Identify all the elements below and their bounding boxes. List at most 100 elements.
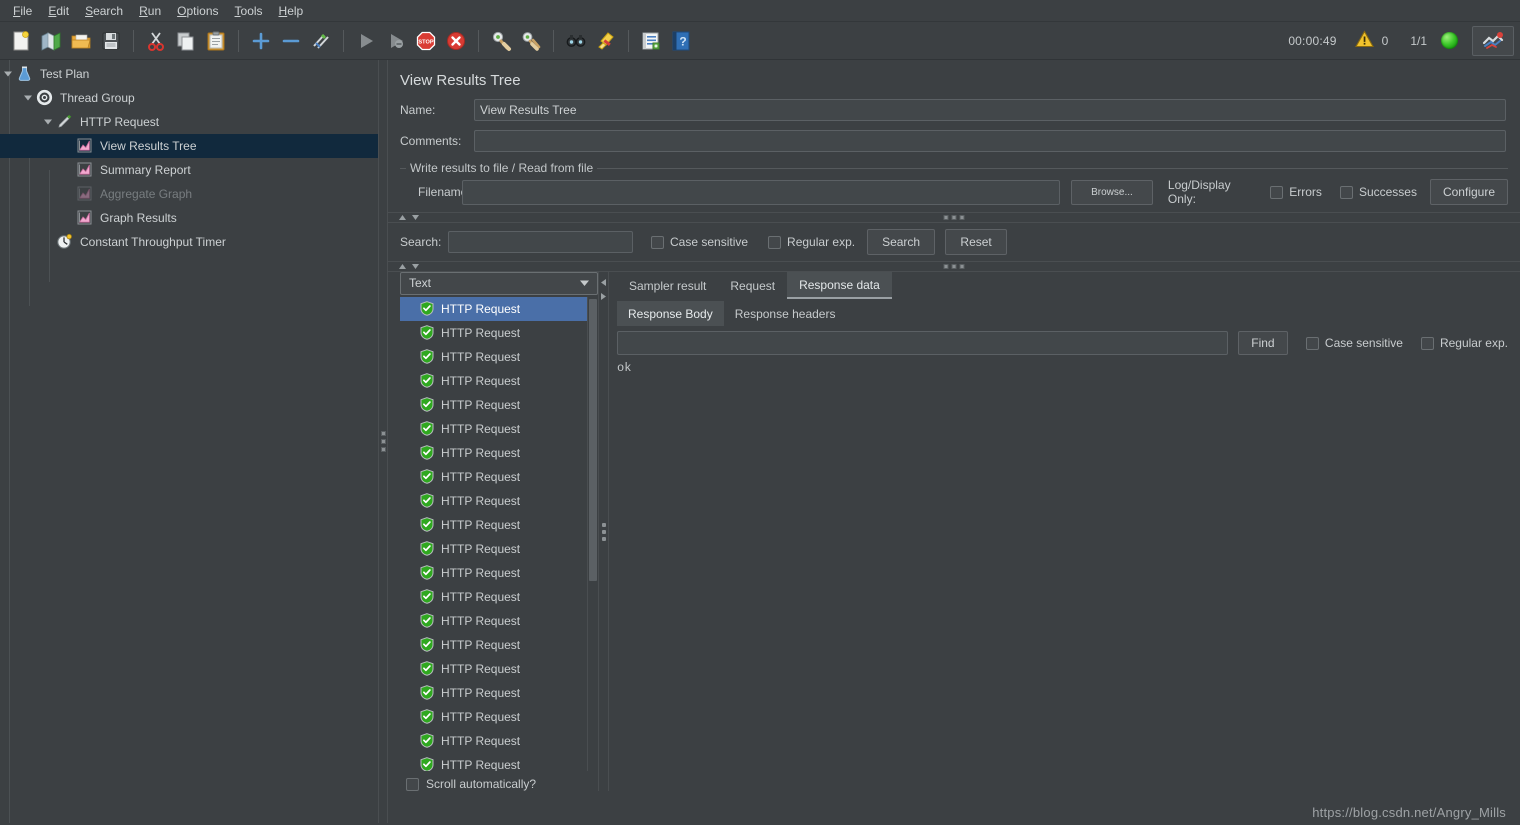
result-list-item[interactable]: HTTP Request [400, 657, 587, 681]
success-shield-icon [420, 589, 434, 605]
result-list-item[interactable]: HTTP Request [400, 585, 587, 609]
tree-node-graph-results[interactable]: Graph Results [0, 206, 378, 230]
search-input[interactable] [448, 231, 633, 253]
reset-button[interactable]: Reset [945, 229, 1008, 255]
result-list-item[interactable]: HTTP Request [400, 681, 587, 705]
test-plan-tree[interactable]: Test Plan Thread Group HTTP Request View Re… [0, 60, 378, 823]
menu-search[interactable]: Search [78, 1, 130, 21]
comments-input[interactable] [474, 130, 1506, 152]
search-case-sensitive-checkbox[interactable]: Case sensitive [651, 235, 748, 249]
search-button[interactable]: Search [867, 229, 936, 255]
save-icon[interactable] [96, 26, 126, 56]
result-list-item[interactable]: HTTP Request [400, 321, 587, 345]
warning-icon[interactable] [1354, 30, 1374, 51]
expand-all-icon[interactable] [246, 26, 276, 56]
browse-button[interactable]: Browse... [1071, 179, 1153, 205]
open-folder-icon[interactable] [66, 26, 96, 56]
help-icon[interactable]: ? [666, 26, 696, 56]
collapse-all-icon[interactable] [276, 26, 306, 56]
response-subtabs[interactable]: Response Body Response headers [609, 299, 1520, 326]
subtab-response-headers[interactable]: Response headers [724, 301, 847, 326]
errors-checkbox[interactable]: Errors [1270, 185, 1322, 199]
search-regular-exp-checkbox[interactable]: Regular exp. [768, 235, 855, 249]
copy-icon[interactable] [171, 26, 201, 56]
paste-icon[interactable] [201, 26, 231, 56]
find-input[interactable] [617, 331, 1228, 355]
successes-checkbox[interactable]: Successes [1339, 185, 1417, 199]
open-templates-icon[interactable] [36, 26, 66, 56]
start-no-timers-icon[interactable] [381, 26, 411, 56]
splitter-bar-lower[interactable] [388, 261, 1520, 272]
splitter-bar-upper[interactable] [388, 212, 1520, 223]
result-list-item[interactable]: HTTP Request [400, 705, 587, 729]
tree-node-summary-report[interactable]: Summary Report [0, 158, 378, 182]
stop-icon[interactable]: STOP [411, 26, 441, 56]
find-case-sensitive-checkbox[interactable]: Case sensitive [1305, 336, 1403, 350]
find-button[interactable]: Find [1237, 331, 1288, 355]
renderer-combobox[interactable]: Text [400, 272, 598, 295]
result-list-item[interactable]: HTTP Request [400, 465, 587, 489]
tab-sampler-result[interactable]: Sampler result [617, 272, 718, 299]
result-list-item[interactable]: HTTP Request [400, 729, 587, 753]
results-splitter[interactable] [598, 272, 609, 791]
search-reset-icon[interactable] [591, 26, 621, 56]
results-splitter-arrows[interactable] [600, 272, 607, 301]
splitter-arrows-lower[interactable] [398, 263, 420, 270]
tree-node-constant-throughput-timer[interactable]: Constant Throughput Timer [0, 230, 378, 254]
result-list-item[interactable]: HTTP Request [400, 561, 587, 585]
result-tabs[interactable]: Sampler result Request Response data [609, 272, 1520, 299]
result-list-item[interactable]: HTTP Request [400, 417, 587, 441]
result-item-label: HTTP Request [441, 325, 521, 340]
result-list-item[interactable]: HTTP Request [400, 441, 587, 465]
result-list-item[interactable]: HTTP Request [400, 513, 587, 537]
expand-toggle-icon[interactable] [0, 62, 16, 86]
results-list-scrollbar[interactable] [587, 296, 598, 771]
expand-toggle-icon[interactable] [20, 86, 36, 110]
expand-toggle-icon[interactable] [40, 110, 56, 134]
search-icon[interactable] [561, 26, 591, 56]
clear-all-icon[interactable] [516, 26, 546, 56]
subtab-response-body[interactable]: Response Body [617, 301, 724, 326]
cut-icon[interactable] [141, 26, 171, 56]
result-list-item[interactable]: HTTP Request [400, 633, 587, 657]
tab-request[interactable]: Request [718, 272, 787, 299]
success-shield-icon [420, 301, 434, 317]
shutdown-icon[interactable] [441, 26, 471, 56]
configure-button[interactable]: Configure [1429, 179, 1508, 205]
result-list-item[interactable]: HTTP Request [400, 345, 587, 369]
tab-response-data[interactable]: Response data [787, 272, 892, 299]
function-helper-icon[interactable] [636, 26, 666, 56]
menu-run[interactable]: Run [132, 1, 168, 21]
tree-panel-splitter[interactable] [378, 60, 388, 823]
result-item-label: HTTP Request [441, 757, 521, 771]
result-list-item[interactable]: HTTP Request [400, 369, 587, 393]
new-document-icon[interactable] [6, 26, 36, 56]
menu-options[interactable]: Options [170, 1, 225, 21]
scrollbar-thumb[interactable] [589, 298, 597, 581]
result-list-item[interactable]: HTTP Request [400, 489, 587, 513]
toggle-icon[interactable] [306, 26, 336, 56]
tree-node-http-request[interactable]: HTTP Request [0, 110, 378, 134]
result-list-item[interactable]: HTTP Request [400, 537, 587, 561]
menu-tools[interactable]: Tools [228, 1, 270, 21]
name-input[interactable] [474, 99, 1506, 121]
remote-stop-icon[interactable] [1472, 25, 1514, 56]
result-list-item[interactable]: HTTP Request [400, 753, 587, 771]
result-list-item[interactable]: HTTP Request [400, 609, 587, 633]
menu-edit[interactable]: Edit [41, 1, 76, 21]
tree-node-aggregate-graph[interactable]: Aggregate Graph [0, 182, 378, 206]
start-icon[interactable] [351, 26, 381, 56]
scroll-automatically-checkbox[interactable]: Scroll automatically? [400, 771, 598, 791]
splitter-arrows-upper[interactable] [398, 214, 420, 221]
tree-node-test-plan[interactable]: Test Plan [0, 62, 378, 86]
result-list-item[interactable]: HTTP Request [400, 296, 587, 321]
menu-help[interactable]: Help [272, 1, 311, 21]
result-list-item[interactable]: HTTP Request [400, 393, 587, 417]
tree-node-view-results-tree[interactable]: View Results Tree [0, 134, 378, 158]
find-regular-exp-checkbox[interactable]: Regular exp. [1420, 336, 1508, 350]
filename-input[interactable] [462, 179, 1060, 205]
tree-node-thread-group[interactable]: Thread Group [0, 86, 378, 110]
results-list[interactable]: HTTP Request HTTP Request HTTP Request HTTP… [400, 296, 587, 771]
clear-icon[interactable] [486, 26, 516, 56]
menu-file[interactable]: File [6, 1, 39, 21]
